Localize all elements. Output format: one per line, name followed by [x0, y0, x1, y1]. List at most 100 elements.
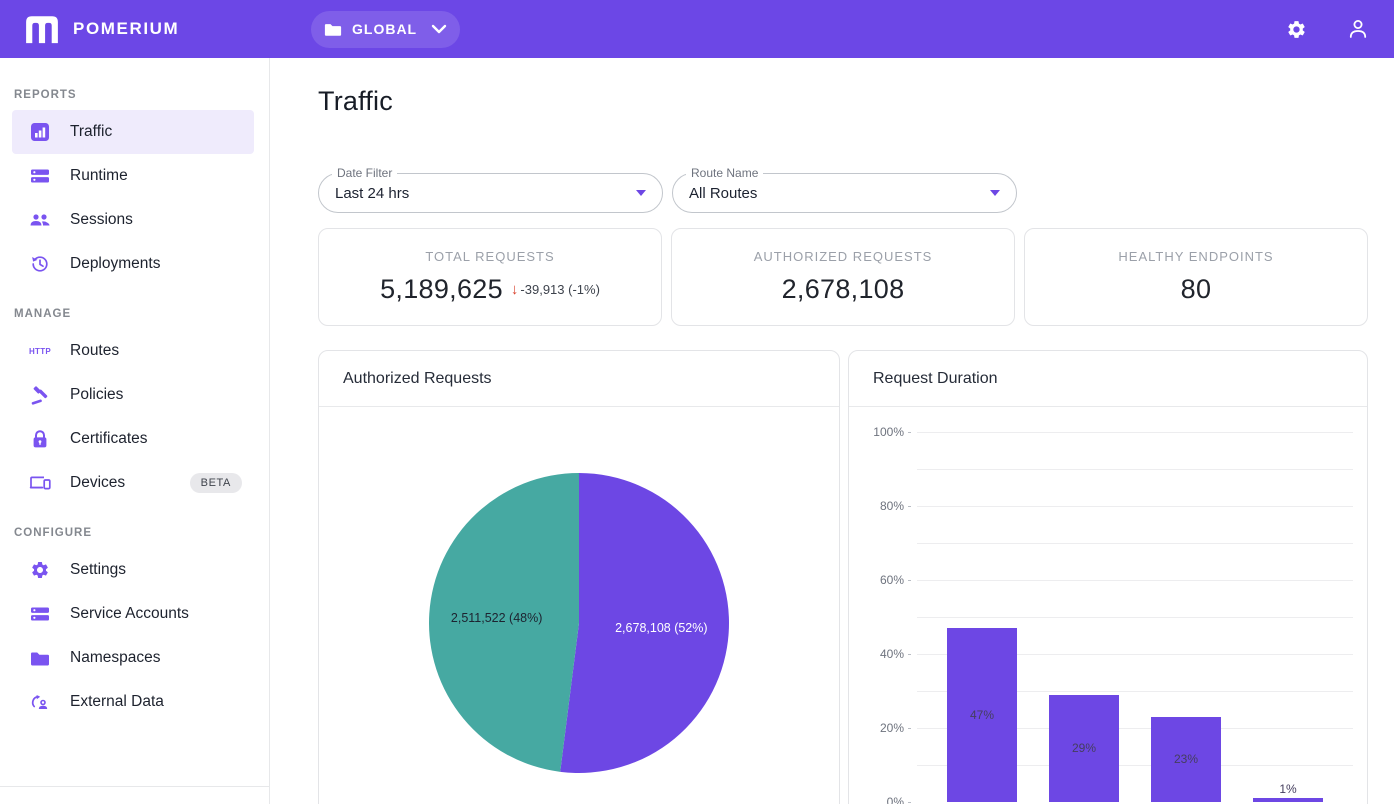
y-axis-tick: 80% [880, 499, 911, 513]
people-icon [28, 208, 52, 232]
storage-icon [28, 164, 52, 188]
brand: POMERIUM [0, 14, 270, 44]
sidebar-item-label: Certificates [70, 430, 148, 448]
stat-label: AUTHORIZED REQUESTS [754, 249, 933, 264]
sidebar-item-label: Deployments [70, 255, 160, 273]
stat-card-authorized-requests: AUTHORIZED REQUESTS 2,678,108 [671, 228, 1015, 326]
page-title: Traffic [318, 86, 1368, 117]
pie-slice-label: 2,511,522 (48%) [451, 611, 543, 625]
user-account-button[interactable] [1338, 9, 1378, 49]
authorized-requests-pie-chart: 2,678,108 (52%)2,511,522 (48%) [429, 473, 729, 773]
bar-value-label: 29% [1049, 741, 1119, 755]
brand-name: POMERIUM [73, 19, 179, 39]
gridline [917, 432, 1353, 433]
settings-gear-button[interactable] [1276, 9, 1316, 49]
gavel-icon [28, 383, 52, 407]
dropdown-arrow-icon [990, 190, 1000, 196]
lock-icon [28, 427, 52, 451]
beta-badge: BETA [190, 473, 242, 493]
sidebar-item-label: Policies [70, 386, 123, 404]
bar-chart-title: Request Duration [849, 351, 1367, 407]
request-duration-bar-chart: 0% 20% 40% 60% 80% 100% 47% 29% 23% 1% [849, 407, 1367, 802]
app-header: POMERIUM GLOBAL [0, 0, 1394, 58]
stats-row: TOTAL REQUESTS 5,189,625 ↓ -39,913 (-1%)… [318, 228, 1368, 326]
sidebar-item-sessions[interactable]: Sessions [12, 198, 254, 242]
date-filter-value: Last 24 hrs [335, 185, 409, 202]
person-icon [1346, 17, 1370, 41]
stat-card-healthy-endpoints: HEALTHY ENDPOINTS 80 [1024, 228, 1368, 326]
route-name-label: Route Name [686, 166, 763, 180]
bar-value-label: 47% [947, 708, 1017, 722]
pie-chart-title: Authorized Requests [319, 351, 839, 407]
sidebar-item-settings[interactable]: Settings [12, 548, 254, 592]
sidebar-item-label: Sessions [70, 211, 133, 229]
pomerium-logo-icon [24, 14, 60, 44]
sidebar-item-label: Service Accounts [70, 605, 189, 623]
stat-card-total-requests: TOTAL REQUESTS 5,189,625 ↓ -39,913 (-1%) [318, 228, 662, 326]
sidebar-item-label: Namespaces [70, 649, 160, 667]
bar [1253, 798, 1323, 802]
namespace-selector[interactable]: GLOBAL [311, 11, 460, 48]
stat-value: 5,189,625 [380, 274, 503, 305]
request-duration-bar-card: Request Duration 0% 20% 40% 60% 80% 100% 47% 2… [848, 350, 1368, 804]
sidebar-item-label: Settings [70, 561, 126, 579]
sidebar-item-external-data[interactable]: External Data [12, 680, 254, 724]
gridline [917, 469, 1353, 470]
gridline [917, 506, 1353, 507]
y-axis-tick: 100% [873, 425, 911, 439]
sidebar-item-traffic[interactable]: Traffic [12, 110, 254, 154]
sidebar-section-manage: MANAGE [0, 298, 269, 329]
sidebar-item-label: Routes [70, 342, 119, 360]
sidebar-item-label: External Data [70, 693, 164, 711]
dropdown-arrow-icon [636, 190, 646, 196]
chevron-down-icon [431, 24, 447, 34]
namespace-label: GLOBAL [352, 21, 417, 37]
gear-icon [28, 558, 52, 582]
sidebar-item-label: Devices [70, 474, 125, 492]
http-icon: HTTP [28, 339, 52, 363]
sidebar-item-service-accounts[interactable]: Service Accounts [12, 592, 254, 636]
charts-row: Authorized Requests 2,678,108 (52%)2,511… [318, 350, 1368, 804]
sidebar-item-label: Traffic [70, 123, 112, 141]
sidebar-item-namespaces[interactable]: Namespaces [12, 636, 254, 680]
stat-value: 80 [1181, 274, 1212, 305]
authorized-requests-pie-card: Authorized Requests 2,678,108 (52%)2,511… [318, 350, 840, 804]
folder-icon [324, 22, 342, 37]
stat-label: TOTAL REQUESTS [425, 249, 554, 264]
gridline [917, 543, 1353, 544]
y-axis-tick: 0% [887, 795, 911, 804]
y-axis-tick: 40% [880, 647, 911, 661]
external-data-icon [28, 690, 52, 714]
bar-value-label: 1% [1253, 782, 1323, 796]
stat-value: 2,678,108 [782, 274, 905, 305]
bar-chart-y-axis: 0%20%40%60%80%100% [849, 432, 911, 802]
stat-delta-text: -39,913 (-1%) [520, 282, 599, 297]
sidebar-item-runtime[interactable]: Runtime [12, 154, 254, 198]
stat-label: HEALTHY ENDPOINTS [1118, 249, 1273, 264]
date-filter-label: Date Filter [332, 166, 397, 180]
sidebar-item-certificates[interactable]: Certificates [12, 417, 254, 461]
bar-chart-icon [28, 120, 52, 144]
route-name-value: All Routes [689, 185, 757, 202]
sidebar-item-label: Runtime [70, 167, 128, 185]
gear-icon [1286, 19, 1307, 40]
sidebar: REPORTS Traffic Runtime [0, 58, 270, 804]
header-actions [1276, 9, 1394, 49]
sidebar-item-policies[interactable]: Policies [12, 373, 254, 417]
history-icon [28, 252, 52, 276]
sidebar-item-routes[interactable]: HTTP Routes [12, 329, 254, 373]
stat-delta: ↓ -39,913 (-1%) [511, 281, 600, 298]
y-axis-tick: 60% [880, 573, 911, 587]
bar-chart-plot: 47% 29% 23% 1% [917, 432, 1353, 802]
devices-icon [28, 471, 52, 495]
date-filter-select[interactable]: Date Filter Last 24 hrs [318, 173, 663, 213]
bar-value-label: 23% [1151, 752, 1221, 766]
filters-row: Date Filter Last 24 hrs Route Name All R… [318, 173, 1368, 213]
route-name-select[interactable]: Route Name All Routes [672, 173, 1017, 213]
gridline [917, 580, 1353, 581]
y-axis-tick: 20% [880, 721, 911, 735]
sidebar-item-deployments[interactable]: Deployments [12, 242, 254, 286]
storage-icon [28, 602, 52, 626]
gridline [917, 617, 1353, 618]
sidebar-item-devices[interactable]: Devices BETA [12, 461, 254, 505]
